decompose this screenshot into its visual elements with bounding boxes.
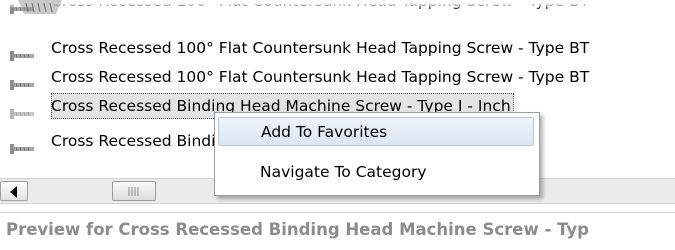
list-item-label: Cross Recessed 100° Flat Countersunk Hea… (51, 39, 590, 57)
preview-bar: Preview for Cross Recessed Binding Head … (0, 212, 675, 250)
screw-icon (10, 72, 44, 90)
scroll-left-button[interactable] (0, 181, 28, 201)
screw-icon (10, 136, 44, 154)
screw-icon (10, 101, 44, 119)
list-item[interactable]: Cross Recessed 100° Flat Countersunk Hea… (0, 35, 675, 61)
screw-icon (10, 43, 44, 61)
menu-item-navigate-to-category[interactable]: Navigate To Category (218, 158, 534, 187)
menu-item-label: Navigate To Category (260, 163, 427, 181)
list-top-fade (0, 0, 675, 8)
menu-item-add-to-favorites[interactable]: Add To Favorites (218, 117, 534, 146)
grip-icon (128, 187, 139, 196)
menu-item-label: Add To Favorites (261, 123, 388, 141)
context-menu: Add To Favorites Navigate To Category (214, 112, 540, 196)
arrow-left-icon (10, 186, 17, 198)
list-item[interactable]: Cross Recessed 100° Flat Countersunk Hea… (0, 64, 675, 90)
scrollbar-thumb[interactable] (112, 181, 156, 201)
preview-title: Preview for Cross Recessed Binding Head … (6, 220, 589, 239)
list-item-label: Cross Recessed 100° Flat Countersunk Hea… (51, 68, 590, 86)
drag-thumbnail-icon (16, 0, 64, 18)
